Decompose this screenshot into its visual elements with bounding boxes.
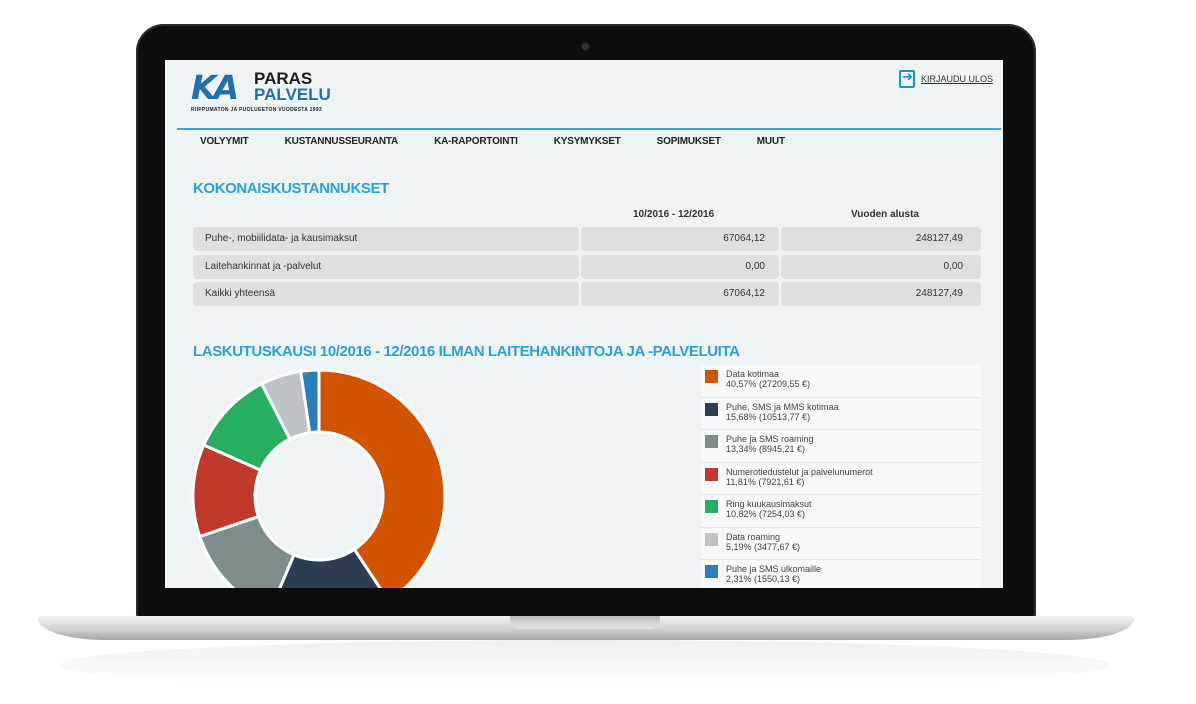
cost-row-label: Laitehankinnat ja -palvelut bbox=[193, 255, 579, 279]
cost-row-label: Kaikki yhteensä bbox=[193, 282, 579, 306]
legend-label: Puhe ja SMS ulkomaille bbox=[726, 564, 822, 574]
legend-swatch bbox=[705, 370, 718, 383]
nav-divider bbox=[177, 128, 1001, 130]
legend-value: 15,68% (10513,77 €) bbox=[726, 411, 811, 422]
legend-swatch bbox=[705, 565, 718, 578]
legend-value: 13,34% (8945,21 €) bbox=[726, 444, 806, 454]
nav-item-muut[interactable]: MUUT bbox=[757, 136, 785, 147]
legend-item[interactable]: Numerotiedustelut ja palvelunumerot 11,81… bbox=[701, 462, 981, 495]
legend-label: Numerotiedustelut ja palvelunumerot bbox=[726, 466, 873, 477]
legend-item[interactable]: Puhe, SMS ja MMS kotimaa 15,68% (10513,77… bbox=[701, 397, 981, 430]
laptop-reflection bbox=[60, 640, 1110, 690]
logout-icon bbox=[898, 69, 915, 88]
logo-mark: KA bbox=[191, 68, 239, 107]
main-nav: VOLYYMIT KUSTANNUSSEURANTA KA-RAPORTOINT… bbox=[200, 136, 821, 147]
legend-value: 2,31% (1550,13 €) bbox=[726, 574, 801, 584]
legend-label: Puhe ja SMS roaming bbox=[726, 434, 814, 444]
nav-item-ka-raportointi[interactable]: KA-RAPORTOINTI bbox=[434, 136, 518, 147]
legend-label: Puhe, SMS ja MMS kotimaa bbox=[726, 401, 839, 412]
cost-row-ytd: 0,00 bbox=[781, 255, 981, 279]
cost-row-period: 67064,12 bbox=[581, 227, 779, 251]
cost-row: Laitehankinnat ja -palvelut 0,00 0,00 bbox=[193, 255, 981, 279]
laptop-notch bbox=[510, 616, 660, 629]
legend-value: 5,19% (3477,67 €) bbox=[726, 541, 801, 552]
legend-label: Data roaming bbox=[726, 531, 781, 542]
legend-item[interactable]: Data roaming 5,19% (3477,67 €) bbox=[701, 527, 981, 560]
cost-row: Puhe-, mobiilidata- ja kausimaksut 67064… bbox=[193, 227, 981, 251]
costs-title: KOKONAISKUSTANNUKSET bbox=[193, 180, 389, 197]
donut-chart bbox=[191, 368, 447, 588]
col-head-period: 10/2016 - 12/2016 bbox=[633, 209, 715, 220]
donut-slice[interactable] bbox=[317, 368, 447, 588]
cost-row-ytd: 248127,49 bbox=[781, 227, 981, 251]
legend-value: 11,81% (7921,61 €) bbox=[726, 476, 805, 487]
legend-value: 10,82% (7254,03 €) bbox=[726, 509, 806, 519]
legend-swatch bbox=[705, 435, 718, 448]
nav-item-kysymykset[interactable]: KYSYMYKSET bbox=[554, 136, 621, 147]
legend-swatch bbox=[705, 500, 718, 513]
legend-item[interactable]: Data kotimaa 40,57% (27209,55 €) bbox=[701, 365, 981, 398]
logo-tagline: RIIPPUMATON JA PUOLUEETON VUODESTA 1993 bbox=[191, 107, 322, 113]
nav-item-volyymit[interactable]: VOLYYMIT bbox=[200, 136, 249, 147]
legend-swatch bbox=[705, 402, 718, 416]
cost-row-ytd: 248127,49 bbox=[781, 282, 981, 306]
screen: KA PARAS PALVELU RIIPPUMATON JA PUOLUEET… bbox=[165, 60, 1003, 588]
legend-item[interactable]: Puhe ja SMS ulkomaille 2,31% (1550,13 €) bbox=[701, 560, 981, 588]
nav-item-sopimukset[interactable]: SOPIMUKSET bbox=[657, 136, 721, 147]
cost-row-label: Puhe-, mobiilidata- ja kausimaksut bbox=[193, 227, 579, 251]
legend-swatch bbox=[705, 467, 718, 481]
logout-link[interactable]: KIRJAUDU ULOS bbox=[898, 69, 993, 88]
logo[interactable]: KA PARAS PALVELU RIIPPUMATON JA PUOLUEET… bbox=[191, 70, 371, 116]
cost-row-period: 0,00 bbox=[581, 255, 779, 279]
logout-label: KIRJAUDU ULOS bbox=[920, 74, 993, 84]
cost-row-period: 67064,12 bbox=[581, 282, 779, 306]
camera-icon bbox=[582, 43, 589, 50]
legend-item[interactable]: Ring kuukausimaksut 10,82% (7254,03 €) bbox=[701, 495, 981, 528]
chart-legend: Data kotimaa 40,57% (27209,55 €) Puhe, SMS… bbox=[701, 365, 981, 588]
legend-swatch bbox=[705, 532, 718, 546]
billing-title: LASKUTUSKAUSI 10/2016 - 12/2016 ILMAN LA… bbox=[193, 343, 740, 360]
legend-item[interactable]: Puhe ja SMS roaming 13,34% (8945,21 €) bbox=[701, 430, 981, 463]
col-head-ytd: Vuoden alusta bbox=[851, 209, 919, 220]
legend-label: Ring kuukausimaksut bbox=[726, 499, 812, 509]
logo-line2: PALVELU bbox=[254, 85, 331, 104]
cost-row: Kaikki yhteensä 67064,12 248127,49 bbox=[193, 282, 981, 306]
legend-value: 40,57% (27209,55 €) bbox=[726, 379, 811, 389]
nav-item-kustannusseuranta[interactable]: KUSTANNUSSEURANTA bbox=[285, 136, 399, 147]
legend-label: Data kotimaa bbox=[726, 369, 780, 379]
